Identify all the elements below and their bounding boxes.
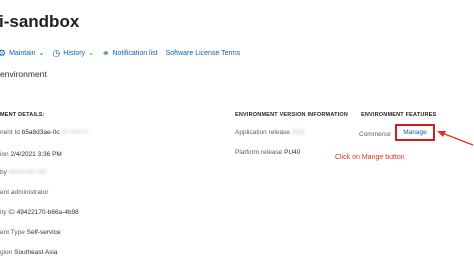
security-id-row: ity ID 49422170-b66a-4b98 <box>0 209 79 216</box>
created-by-row: by ••••••• •••• •••• <box>0 169 46 176</box>
version-label: Application release <box>235 129 290 136</box>
feature-commerce: Commerce <box>359 131 391 138</box>
environment-id-row: nent Id b5a8d3ae-0c ••• ••••• •• <box>0 129 88 136</box>
notification-label: Notification list <box>112 49 158 57</box>
redacted-text: ••••••• •••• •••• <box>8 169 47 176</box>
page-title: i-sandbox <box>0 12 80 31</box>
version-value: 10.0 <box>291 129 305 136</box>
redacted-text: ••• ••••• •• <box>61 129 88 136</box>
region-row: gion Southeast Asia <box>0 249 57 256</box>
detail-value: Southeast Asia <box>14 249 58 256</box>
detail-value: 2/4/2021 3:36 PM <box>10 151 62 158</box>
annotation-arrow-icon <box>437 131 474 146</box>
license-label: Software License Terms <box>165 49 241 57</box>
manage-label: Manage <box>403 129 427 136</box>
page-subtitle: environment <box>0 69 47 79</box>
clock-icon: ◷ <box>52 47 61 58</box>
environment-admin-row: ent administrator <box>0 189 48 196</box>
maintain-label: Maintain <box>9 49 36 57</box>
detail-value: 49422170-b66a-4b98 <box>16 209 79 216</box>
chevron-down-icon: ⌄ <box>38 50 45 57</box>
platform-release-row: Platform release PU40 <box>235 149 300 156</box>
history-label: History <box>63 49 86 57</box>
creation-row: ion 2/4/2021 3:36 PM <box>0 151 62 158</box>
environment-type-row: ent Type Self-service <box>0 229 61 236</box>
application-release-row: Application release 10.0 <box>235 129 304 136</box>
environment-details-heading: MENT DETAILS: <box>0 112 45 118</box>
version-value: PU40 <box>284 149 301 156</box>
detail-label: ent Type <box>0 229 25 236</box>
detail-value: b5a8d3ae-0c <box>21 129 60 136</box>
detail-label: nent Id <box>0 129 20 136</box>
annotation-callout: Click on Mange button <box>335 154 405 161</box>
detail-label: ent administrator <box>0 189 49 196</box>
chevron-down-icon: ⌄ <box>88 50 94 57</box>
notification-icon: ⚭ <box>101 47 110 58</box>
notification-list-link[interactable]: ⚭ Notification list <box>102 48 158 59</box>
detail-label: ion <box>0 151 9 158</box>
version-label: Platform release <box>235 149 283 156</box>
maintain-icon: ⚙ <box>0 47 7 58</box>
maintain-menu[interactable]: ⚙ Maintain ⌄ <box>0 48 44 59</box>
history-menu[interactable]: ◷ History ⌄ <box>52 48 94 59</box>
detail-label: by <box>0 169 7 176</box>
version-info-heading: ENVIRONMENT VERSION INFORMATION <box>235 112 349 118</box>
detail-value: Self-service <box>26 229 61 236</box>
detail-label: gion <box>0 249 13 256</box>
manage-button[interactable]: Manage <box>395 124 435 141</box>
software-license-link[interactable]: Software License Terms <box>166 50 241 57</box>
toolbar: ⚙ Maintain ⌄ ◷ History ⌄ ⚭ Notification … <box>0 46 248 60</box>
features-heading: ENVIRONMENT FEATURES <box>361 112 437 118</box>
detail-label: ity ID <box>0 209 15 216</box>
